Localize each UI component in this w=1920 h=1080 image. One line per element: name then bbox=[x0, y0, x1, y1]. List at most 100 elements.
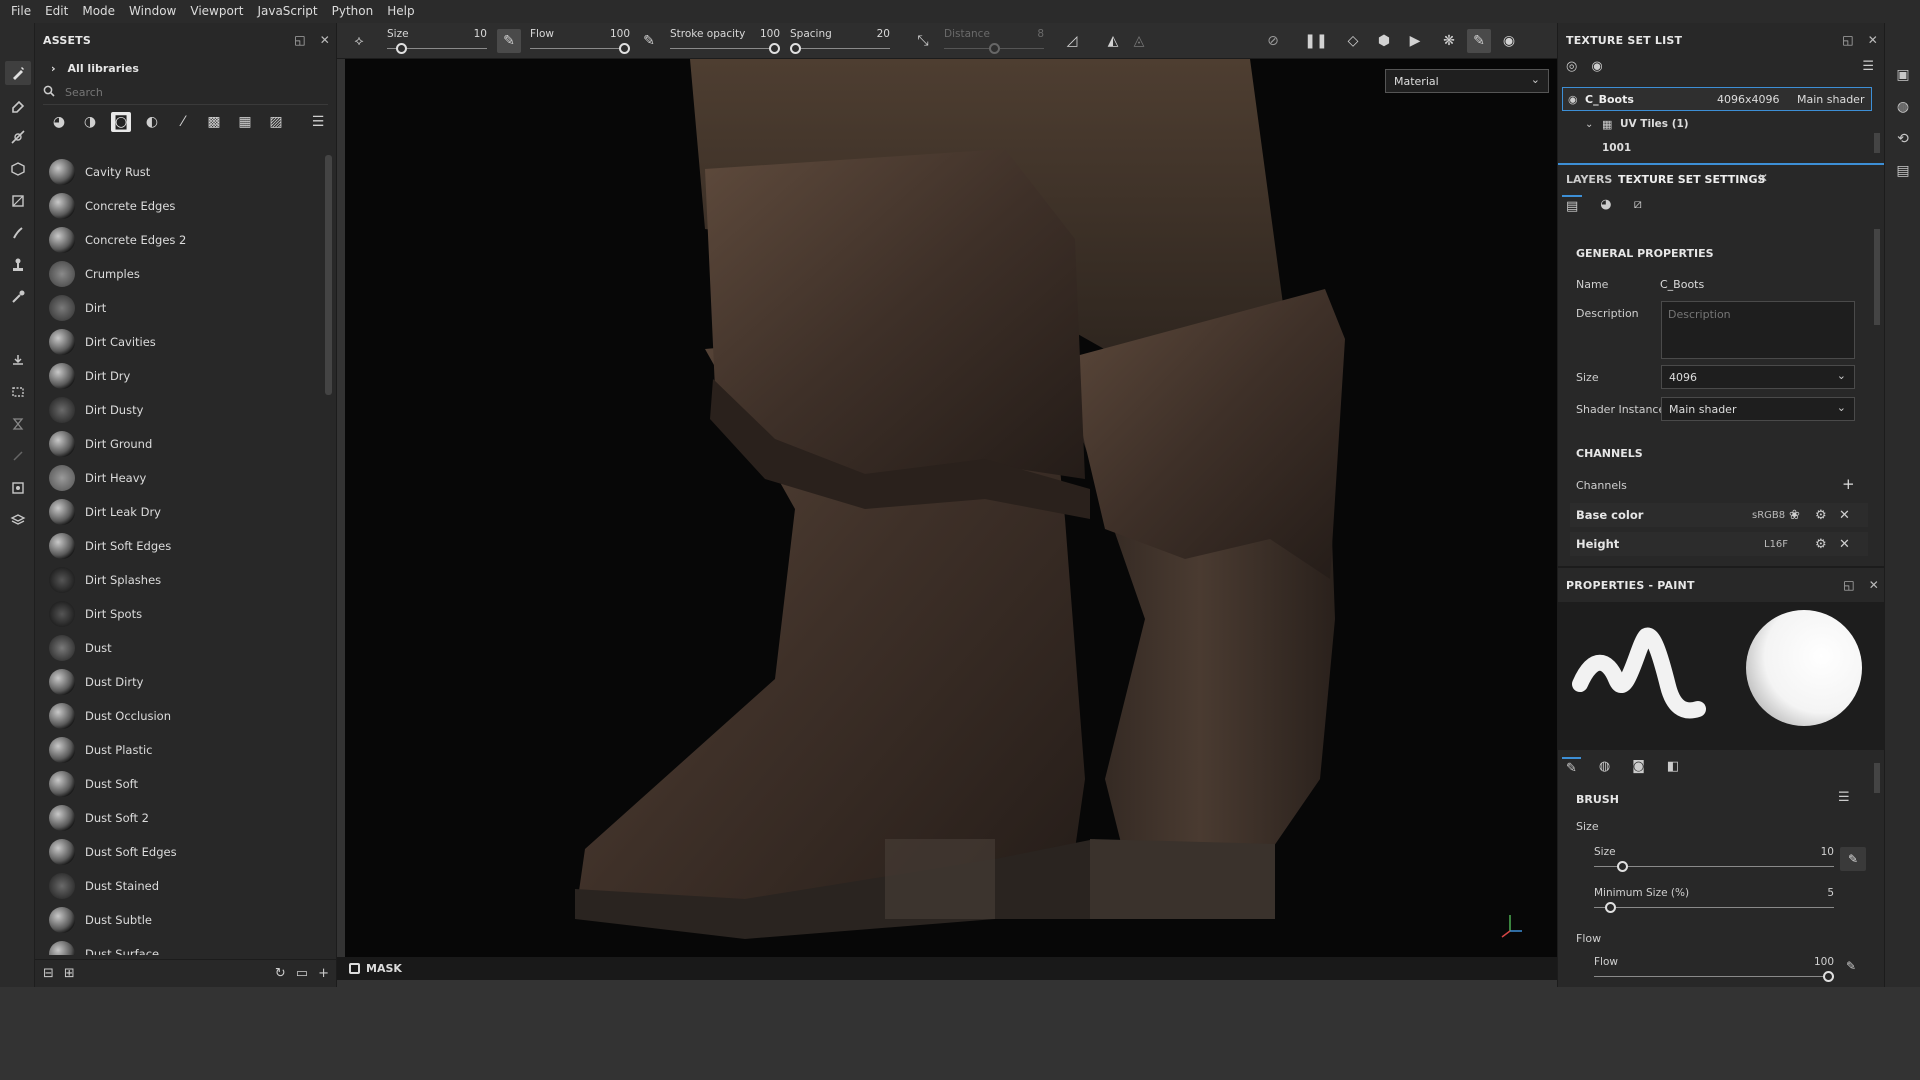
uv-tile-row[interactable]: 1001 bbox=[1562, 136, 1872, 160]
paint-mode-icon[interactable]: ✎ bbox=[1467, 29, 1491, 53]
channel-row[interactable]: Height L16F ⚙ ✕ bbox=[1570, 532, 1868, 556]
export-icon[interactable] bbox=[5, 476, 31, 500]
link-icon[interactable] bbox=[5, 444, 31, 468]
texture-set-scrollbar[interactable] bbox=[1874, 133, 1880, 153]
size-slider[interactable]: Size 10 bbox=[387, 26, 487, 56]
menu-mode[interactable]: Mode bbox=[75, 0, 122, 23]
color-picker-icon[interactable] bbox=[5, 285, 31, 309]
remove-icon[interactable]: ✕ bbox=[1839, 537, 1850, 552]
symmetry-brush-icon[interactable]: ⟡ bbox=[347, 29, 371, 53]
uv-tiles-row[interactable]: ⌄ ▦ UV Tiles (1) bbox=[1562, 112, 1872, 136]
settings-icon[interactable]: ▤ bbox=[1562, 195, 1583, 216]
smudge-icon[interactable] bbox=[5, 221, 31, 245]
stencil-tab-icon[interactable]: ◙ bbox=[1628, 757, 1649, 778]
menu-edit[interactable]: Edit bbox=[38, 0, 75, 23]
eye-icon[interactable]: ◉ bbox=[1568, 93, 1578, 106]
library-selector[interactable]: › All libraries bbox=[35, 57, 336, 79]
properties-scrollbar[interactable] bbox=[1874, 763, 1880, 793]
size-knob[interactable] bbox=[395, 43, 407, 54]
display-settings-icon[interactable]: ◍ bbox=[1891, 95, 1915, 119]
shader-instance-select[interactable]: Main shader ⌄ bbox=[1661, 397, 1855, 421]
distance-knob[interactable] bbox=[988, 43, 1000, 54]
add-channel-button[interactable]: + bbox=[1842, 475, 1855, 493]
search-input[interactable] bbox=[65, 86, 305, 99]
menu-python[interactable]: Python bbox=[325, 0, 381, 23]
list-item[interactable]: Dirt Spots bbox=[41, 597, 321, 631]
size-pressure-icon[interactable]: ✎ bbox=[1840, 847, 1866, 871]
minimum-size-knob[interactable] bbox=[1605, 902, 1617, 913]
brush-flow-knob[interactable] bbox=[1823, 971, 1834, 982]
brush-tab-icon[interactable]: ✎ bbox=[1562, 757, 1581, 778]
generators-filter-icon[interactable]: ◐ bbox=[142, 112, 162, 132]
tab-texture-set-settings[interactable]: TEXTURE SET SETTINGS bbox=[1618, 173, 1765, 186]
measure-icon[interactable] bbox=[5, 412, 31, 436]
folder-icon[interactable]: ▭ bbox=[296, 966, 308, 981]
stroke-opacity-knob[interactable] bbox=[769, 43, 780, 54]
menu-file[interactable]: File bbox=[4, 0, 38, 23]
flow-pressure-icon[interactable]: ✎ bbox=[1846, 959, 1856, 973]
refresh-icon[interactable]: ↻ bbox=[275, 966, 286, 981]
list-item[interactable]: Dirt Heavy bbox=[41, 461, 321, 495]
history-icon[interactable]: ⟲ bbox=[1891, 127, 1915, 151]
pause-icon[interactable]: ❚❚ bbox=[1304, 29, 1328, 53]
geometry-mask-icon[interactable] bbox=[5, 157, 31, 181]
hide-icon[interactable]: ⊘ bbox=[1261, 29, 1285, 53]
list-item[interactable]: Dust Stained bbox=[41, 869, 321, 903]
list-item[interactable]: Concrete Edges bbox=[41, 189, 321, 223]
asset-list-scrollbar[interactable] bbox=[325, 155, 332, 395]
gear-icon[interactable]: ⚙ bbox=[1815, 537, 1827, 552]
bake-icon[interactable] bbox=[5, 348, 31, 372]
smart-masks-filter-icon[interactable]: ◙ bbox=[111, 112, 131, 132]
queries-icon[interactable]: ⊞ bbox=[64, 966, 75, 981]
remove-icon[interactable]: ✕ bbox=[1839, 508, 1850, 523]
environments-filter-icon[interactable]: ▨ bbox=[266, 112, 286, 132]
add-icon[interactable]: + bbox=[318, 966, 329, 981]
list-item[interactable]: Dirt Soft Edges bbox=[41, 529, 321, 563]
chevron-down-icon[interactable]: ⌄ bbox=[1585, 119, 1593, 130]
alpha-tab-icon[interactable]: ◍ bbox=[1595, 757, 1614, 778]
flow-slider[interactable]: Flow 100 bbox=[530, 26, 630, 56]
shelf-icon[interactable] bbox=[5, 508, 31, 532]
stroke-opacity-slider[interactable]: Stroke opacity 100 bbox=[670, 26, 780, 56]
close-icon[interactable]: ✕ bbox=[1758, 171, 1768, 185]
list-view-icon[interactable]: ☰ bbox=[308, 112, 328, 132]
distance-slider[interactable]: Distance 8 bbox=[944, 26, 1044, 56]
textures-filter-icon[interactable]: ▦ bbox=[235, 112, 255, 132]
list-item[interactable]: Dust Soft Edges bbox=[41, 835, 321, 869]
brush-menu-icon[interactable]: ☰ bbox=[1838, 790, 1850, 805]
minimum-size-slider[interactable]: Minimum Size (%) 5 bbox=[1594, 887, 1834, 917]
size-select[interactable]: 4096 ⌄ bbox=[1661, 365, 1855, 389]
undock-icon[interactable]: ◱ bbox=[1842, 33, 1854, 47]
brushes-filter-icon[interactable]: ⁄ bbox=[173, 112, 193, 132]
perspective-icon[interactable]: ◇ bbox=[1341, 29, 1365, 53]
list-item[interactable]: Dust Soft bbox=[41, 767, 321, 801]
import-icon[interactable]: ⊟ bbox=[43, 966, 54, 981]
viewport-mode-select[interactable]: Material ⌄ bbox=[1385, 69, 1549, 93]
materials-filter-icon[interactable]: ◕ bbox=[49, 112, 69, 132]
list-item[interactable]: Dirt Dusty bbox=[41, 393, 321, 427]
list-item[interactable]: Dirt Leak Dry bbox=[41, 495, 321, 529]
projection-icon[interactable] bbox=[5, 125, 31, 149]
spacing-knob[interactable] bbox=[790, 43, 801, 54]
list-item[interactable]: Dirt Ground bbox=[41, 427, 321, 461]
list-item[interactable]: Dirt bbox=[41, 291, 321, 325]
list-item[interactable]: Crumples bbox=[41, 257, 321, 291]
close-icon[interactable]: ✕ bbox=[1869, 578, 1879, 592]
channel-row[interactable]: Base color sRGB8 ❀ ⚙ ✕ bbox=[1570, 503, 1868, 527]
uv-icon[interactable]: ⧄ bbox=[1630, 195, 1646, 216]
close-icon[interactable]: ✕ bbox=[1868, 33, 1878, 47]
paint-brush-icon[interactable] bbox=[5, 61, 31, 85]
list-item[interactable]: Dust Plastic bbox=[41, 733, 321, 767]
mask-toggle[interactable] bbox=[349, 963, 360, 974]
menu-javascript[interactable]: JavaScript bbox=[250, 0, 324, 23]
brush-size-slider[interactable]: Size 10 bbox=[1594, 846, 1834, 876]
brush-flow-slider[interactable]: Flow 100 bbox=[1594, 956, 1834, 986]
menu-icon[interactable]: ☰ bbox=[1862, 59, 1874, 74]
display-mode-icon[interactable]: ⬢ bbox=[1372, 29, 1396, 53]
close-icon[interactable]: ✕ bbox=[320, 33, 330, 47]
list-item[interactable]: Cavity Rust bbox=[41, 155, 321, 189]
menu-help[interactable]: Help bbox=[380, 0, 421, 23]
mirror-icon[interactable]: ◬ bbox=[1127, 29, 1151, 53]
eraser-icon[interactable] bbox=[5, 93, 31, 117]
log-icon[interactable]: ▤ bbox=[1891, 159, 1915, 183]
